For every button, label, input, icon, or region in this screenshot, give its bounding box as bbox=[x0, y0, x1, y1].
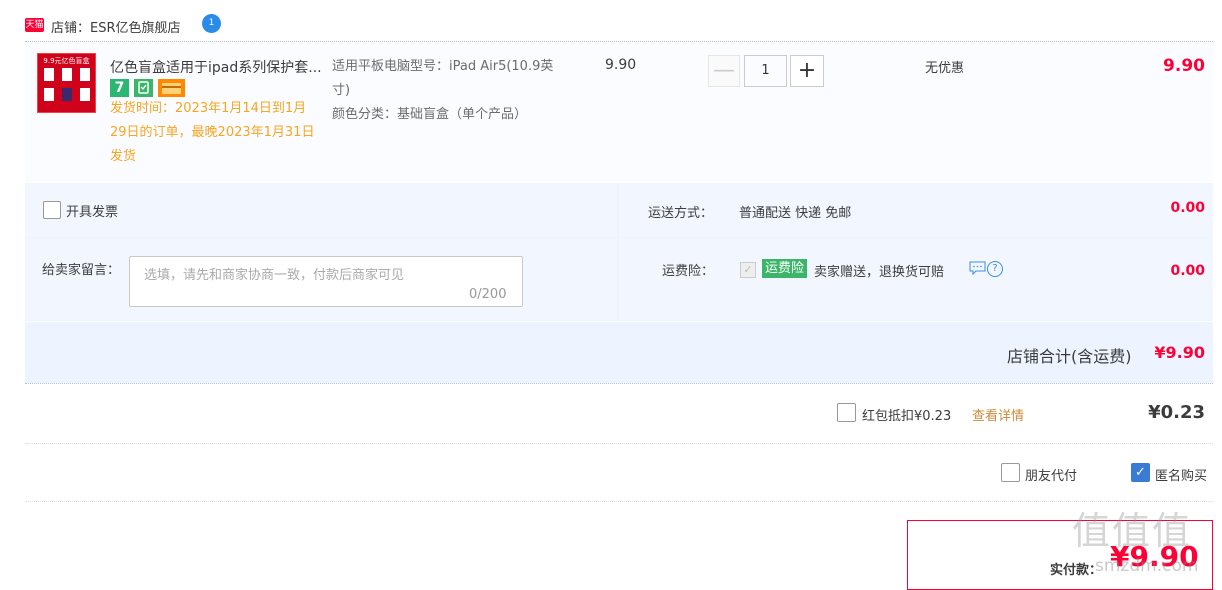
item-subtotal: 9.90 bbox=[1163, 56, 1205, 76]
credit-card-icon bbox=[158, 79, 185, 97]
thumbnail-card bbox=[44, 88, 54, 101]
thumbnail-card bbox=[80, 68, 90, 81]
shipping-fee: 0.00 bbox=[1170, 200, 1205, 216]
invoice-checkbox[interactable] bbox=[43, 201, 61, 219]
quantity-increase-button[interactable]: + bbox=[790, 55, 824, 87]
shop-total-value: ¥9.90 bbox=[1154, 343, 1205, 362]
sku-model: 适用平板电脑型号：iPad Air5(10.9英寸) bbox=[332, 59, 554, 98]
seven-day-return-icon: 7 bbox=[110, 79, 129, 97]
comment-icon[interactable] bbox=[969, 261, 986, 279]
thumbnail-card bbox=[44, 68, 54, 81]
invoice-label[interactable]: 开具发票 bbox=[66, 201, 118, 220]
thumbnail-card bbox=[62, 88, 72, 101]
friend-pay-label[interactable]: 朋友代付 bbox=[1025, 465, 1077, 484]
shop-name[interactable]: 店铺：ESR亿色旗舰店 bbox=[51, 17, 181, 36]
shipping-method-value: 普通配送 快递 免邮 bbox=[739, 206, 852, 221]
insurance-fee: 0.00 bbox=[1170, 263, 1205, 279]
divider bbox=[25, 443, 1213, 444]
tmall-badge: 天猫 bbox=[25, 18, 44, 32]
insurance-description: 卖家赠送，退换货可赔 bbox=[814, 265, 945, 280]
sku-info: 适用平板电脑型号：iPad Air5(10.9英寸) 颜色分类：基础盲盒（单个产… bbox=[332, 55, 557, 127]
help-icon[interactable]: ? bbox=[987, 261, 1003, 277]
unit-price: 9.90 bbox=[605, 57, 637, 73]
guarantee-icon bbox=[134, 79, 153, 97]
shipping-insurance-label: 运费险： bbox=[662, 264, 715, 279]
product-thumbnail[interactable]: 9.9元亿色盲盒 bbox=[37, 53, 96, 113]
redpacket-value: ¥0.23 bbox=[1148, 402, 1205, 423]
shipping-time-note: 发货时间：2023年1月14日到1月29日的订单，最晚2023年1月31日发货 bbox=[110, 101, 315, 164]
thumbnail-card bbox=[80, 88, 90, 101]
quantity-input[interactable]: 1 bbox=[744, 55, 787, 87]
message-char-count: 0/200 bbox=[469, 287, 507, 302]
redpacket-label[interactable]: 红包抵扣¥0.23 bbox=[862, 405, 951, 424]
thumbnail-card bbox=[62, 68, 72, 81]
friend-pay-checkbox[interactable] bbox=[1001, 463, 1020, 482]
watermark-site: smzdm.com bbox=[1095, 556, 1199, 576]
chat-icon[interactable]: 1 bbox=[202, 14, 221, 33]
thumbnail-banner: 9.9元亿色盲盒 bbox=[43, 57, 90, 65]
seller-message-placeholder: 选填，请先和商家协商一致，付款后商家可见 bbox=[144, 268, 405, 283]
shop-total-label: 店铺合计(含运费) bbox=[1007, 347, 1132, 366]
redpacket-details-link[interactable]: 查看详情 bbox=[972, 405, 1024, 424]
discount-info: 无优惠 bbox=[925, 61, 965, 76]
product-title[interactable]: 亿色盲盒适用于ipad系列保护套... bbox=[110, 57, 328, 77]
redpacket-checkbox[interactable] bbox=[837, 403, 856, 422]
anonymous-label[interactable]: 匿名购买 bbox=[1155, 465, 1207, 484]
insurance-checkbox: ✓ bbox=[740, 262, 756, 278]
anonymous-checkbox[interactable]: ✓ bbox=[1131, 463, 1150, 482]
sku-color: 颜色分类：基础盲盒（单个产品） bbox=[332, 107, 528, 122]
divider bbox=[25, 383, 1213, 384]
shipping-method-label: 运送方式： bbox=[648, 206, 714, 221]
divider bbox=[25, 501, 1213, 502]
insurance-badge: 运费险 bbox=[762, 259, 808, 278]
quantity-decrease-button[interactable]: — bbox=[708, 55, 740, 87]
seller-message-label: 给卖家留言： bbox=[42, 263, 121, 278]
